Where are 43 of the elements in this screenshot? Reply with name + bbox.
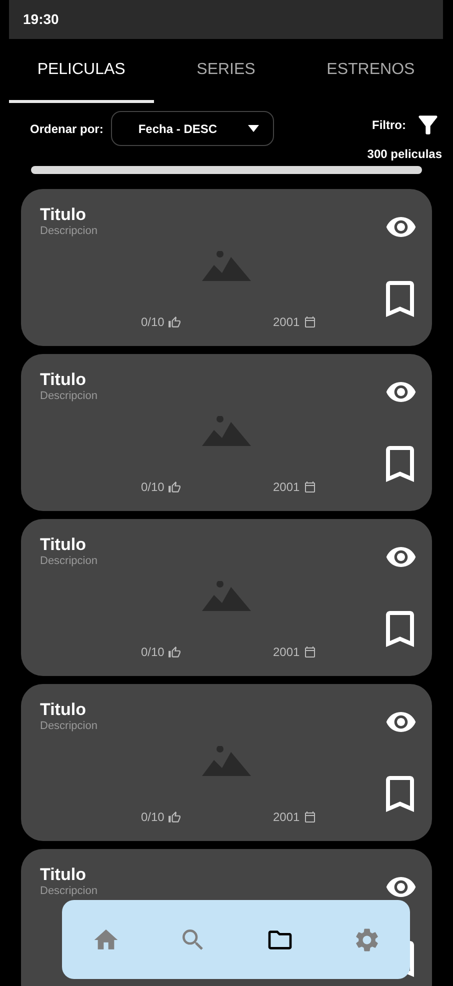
movie-card[interactable]: Titulo Descripcion 0/10 2001 [21, 189, 432, 346]
calendar-icon [304, 646, 316, 658]
rating-text: 0/10 [141, 479, 164, 496]
movie-card[interactable]: Titulo Descripcion 0/10 2001 [21, 519, 432, 676]
thumbs-up-icon [168, 480, 182, 494]
rating-text: 0/10 [141, 644, 164, 661]
card-description: Descripcion [40, 720, 98, 732]
rating-text: 0/10 [141, 314, 164, 331]
card-title: Titulo [40, 700, 87, 720]
thumbs-up-icon [168, 316, 182, 328]
calendar-icon [304, 811, 316, 823]
calendar-icon [304, 316, 316, 328]
movie-count: 300 peliculas [367, 146, 442, 163]
year-text: 2001 [273, 314, 300, 331]
sort-dropdown[interactable]: Fecha - DESC [111, 111, 274, 146]
card-title: Titulo [40, 370, 87, 390]
image-placeholder-icon [202, 581, 252, 613]
tab[interactable]: PELICULAS [9, 39, 154, 103]
tab[interactable]: SERIES [154, 39, 298, 103]
image-placeholder-icon [202, 416, 252, 448]
year-text: 2001 [273, 479, 300, 496]
rating-text: 0/10 [141, 809, 164, 826]
sort-label: Ordenar por: [30, 120, 104, 138]
movie-card[interactable]: Titulo Descripcion 0/10 2001 [21, 684, 432, 841]
card-description: Descripcion [40, 555, 98, 567]
thumbs-up-icon [168, 810, 182, 824]
calendar-icon [304, 481, 316, 493]
card-description: Descripcion [40, 390, 98, 402]
filter-label: Filtro: [372, 117, 406, 134]
year-text: 2001 [273, 809, 300, 826]
movie-card[interactable]: Titulo Descripcion 0/10 2001 [21, 354, 432, 511]
thumbs-up-icon [168, 646, 182, 658]
tab[interactable]: ESTRENOS [298, 39, 444, 103]
caret-icon [248, 125, 260, 132]
status-time: 19:30 [23, 10, 59, 29]
card-description: Descripcion [40, 885, 98, 897]
card-title: Titulo [40, 535, 87, 555]
card-description: Descripcion [40, 225, 98, 237]
card-title: Titulo [40, 865, 87, 885]
image-placeholder-icon [202, 251, 252, 283]
image-placeholder-icon [202, 746, 252, 778]
card-title: Titulo [40, 205, 87, 225]
year-text: 2001 [273, 644, 300, 661]
